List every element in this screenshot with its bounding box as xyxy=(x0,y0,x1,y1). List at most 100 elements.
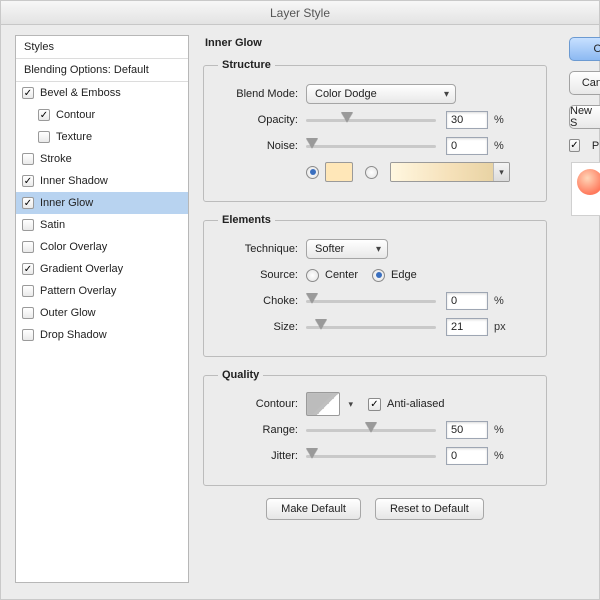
antialiased-checkbox[interactable] xyxy=(368,398,381,411)
new-style-button[interactable]: New S xyxy=(569,105,600,129)
sidebar-checkbox[interactable] xyxy=(22,197,34,209)
sidebar-item-label: Pattern Overlay xyxy=(40,285,116,297)
structure-group: Structure Blend Mode: Color Dodge Opacit… xyxy=(203,59,547,202)
preview-checkbox[interactable] xyxy=(569,139,580,152)
glow-color-swatch[interactable] xyxy=(325,162,353,182)
glow-gradient-swatch[interactable]: ▾ xyxy=(390,162,510,182)
sidebar-checkbox[interactable] xyxy=(22,175,34,187)
source-label: Source: xyxy=(218,269,306,281)
preview-row[interactable]: Pre xyxy=(569,139,600,152)
sidebar-item-label: Bevel & Emboss xyxy=(40,87,121,99)
quality-legend: Quality xyxy=(218,369,263,381)
styles-sidebar: Styles Blending Options: Default Bevel &… xyxy=(15,35,189,583)
sidebar-item-inner-shadow[interactable]: Inner Shadow xyxy=(16,170,188,192)
choke-slider[interactable] xyxy=(306,294,436,308)
sidebar-checkbox[interactable] xyxy=(38,131,50,143)
jitter-input[interactable] xyxy=(446,447,488,465)
reset-default-button[interactable]: Reset to Default xyxy=(375,498,484,520)
opacity-label: Opacity: xyxy=(218,114,306,126)
pct-unit: % xyxy=(494,295,504,307)
source-center-label[interactable]: Center xyxy=(325,269,358,281)
slider-thumb-icon[interactable] xyxy=(306,138,318,148)
range-slider[interactable] xyxy=(306,423,436,437)
sidebar-item-contour[interactable]: Contour xyxy=(16,104,188,126)
sidebar-item-label: Outer Glow xyxy=(40,307,96,319)
jitter-label: Jitter: xyxy=(218,450,306,462)
styles-header[interactable]: Styles xyxy=(16,36,188,59)
sidebar-checkbox[interactable] xyxy=(22,263,34,275)
slider-thumb-icon[interactable] xyxy=(315,319,327,329)
antialiased-label[interactable]: Anti-aliased xyxy=(387,398,444,410)
blend-mode-select[interactable]: Color Dodge xyxy=(306,84,456,104)
sidebar-item-drop-shadow[interactable]: Drop Shadow xyxy=(16,324,188,346)
preview-swatch-icon xyxy=(577,169,600,195)
chevron-down-icon[interactable]: ▾ xyxy=(348,399,353,410)
slider-thumb-icon[interactable] xyxy=(341,112,353,122)
source-center-radio[interactable] xyxy=(306,269,319,282)
choke-label: Choke: xyxy=(218,295,306,307)
sidebar-item-pattern-overlay[interactable]: Pattern Overlay xyxy=(16,280,188,302)
source-edge-radio[interactable] xyxy=(372,269,385,282)
technique-select[interactable]: Softer xyxy=(306,239,388,259)
window-title: Layer Style xyxy=(1,1,599,25)
pct-unit: % xyxy=(494,450,504,462)
preview-label: Pre xyxy=(592,140,600,152)
sidebar-item-label: Inner Shadow xyxy=(40,175,108,187)
sidebar-item-label: Stroke xyxy=(40,153,72,165)
sidebar-checkbox[interactable] xyxy=(38,109,50,121)
sidebar-item-stroke[interactable]: Stroke xyxy=(16,148,188,170)
sidebar-item-label: Color Overlay xyxy=(40,241,107,253)
sidebar-item-bevel-emboss[interactable]: Bevel & Emboss xyxy=(16,82,188,104)
source-edge-label[interactable]: Edge xyxy=(391,269,417,281)
sidebar-item-outer-glow[interactable]: Outer Glow xyxy=(16,302,188,324)
jitter-slider[interactable] xyxy=(306,449,436,463)
sidebar-checkbox[interactable] xyxy=(22,219,34,231)
contour-label: Contour: xyxy=(218,398,306,410)
sidebar-item-gradient-overlay[interactable]: Gradient Overlay xyxy=(16,258,188,280)
sidebar-item-texture[interactable]: Texture xyxy=(16,126,188,148)
sidebar-checkbox[interactable] xyxy=(22,307,34,319)
sidebar-item-satin[interactable]: Satin xyxy=(16,214,188,236)
sidebar-checkbox[interactable] xyxy=(22,241,34,253)
noise-input[interactable] xyxy=(446,137,488,155)
px-unit: px xyxy=(494,321,506,333)
sidebar-checkbox[interactable] xyxy=(22,285,34,297)
blending-header[interactable]: Blending Options: Default xyxy=(16,59,188,82)
range-label: Range: xyxy=(218,424,306,436)
opacity-slider[interactable] xyxy=(306,113,436,127)
technique-value: Softer xyxy=(315,243,344,255)
glow-color-radio[interactable] xyxy=(306,166,319,179)
choke-input[interactable] xyxy=(446,292,488,310)
cancel-button[interactable]: Can xyxy=(569,71,600,95)
range-input[interactable] xyxy=(446,421,488,439)
size-label: Size: xyxy=(218,321,306,333)
glow-gradient-radio[interactable] xyxy=(365,166,378,179)
slider-thumb-icon[interactable] xyxy=(306,293,318,303)
noise-slider[interactable] xyxy=(306,139,436,153)
effect-panel: Inner Glow Structure Blend Mode: Color D… xyxy=(199,33,551,583)
sidebar-item-inner-glow[interactable]: Inner Glow xyxy=(16,192,188,214)
size-input[interactable] xyxy=(446,318,488,336)
slider-thumb-icon[interactable] xyxy=(365,422,377,432)
elements-group: Elements Technique: Softer Source: Cente… xyxy=(203,214,547,357)
ok-button[interactable]: O xyxy=(569,37,600,61)
sidebar-item-label: Contour xyxy=(56,109,95,121)
slider-thumb-icon[interactable] xyxy=(306,448,318,458)
preview-thumbnail xyxy=(571,162,600,216)
sidebar-item-label: Satin xyxy=(40,219,65,231)
pct-unit: % xyxy=(494,114,504,126)
sidebar-checkbox[interactable] xyxy=(22,153,34,165)
sidebar-checkbox[interactable] xyxy=(22,87,34,99)
chevron-down-icon[interactable]: ▾ xyxy=(493,163,509,181)
opacity-input[interactable] xyxy=(446,111,488,129)
quality-group: Quality Contour: ▾ Anti-aliased Range: %… xyxy=(203,369,547,486)
panel-title: Inner Glow xyxy=(199,33,551,55)
make-default-button[interactable]: Make Default xyxy=(266,498,361,520)
sidebar-checkbox[interactable] xyxy=(22,329,34,341)
sidebar-item-color-overlay[interactable]: Color Overlay xyxy=(16,236,188,258)
blend-mode-value: Color Dodge xyxy=(315,88,377,100)
contour-swatch[interactable]: ▾ xyxy=(306,392,340,416)
size-slider[interactable] xyxy=(306,320,436,334)
sidebar-item-label: Drop Shadow xyxy=(40,329,107,341)
technique-label: Technique: xyxy=(218,243,306,255)
